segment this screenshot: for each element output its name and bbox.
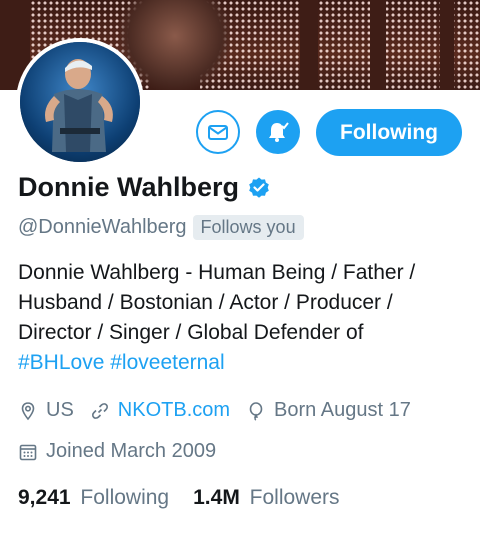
following-count: 9,241 — [18, 486, 71, 509]
website-link[interactable]: NKOTB.com — [118, 399, 230, 422]
bio-hashtags-line: #BHLove #loveeternal — [18, 348, 468, 378]
followers-stat[interactable]: 1.4M Followers — [193, 486, 339, 510]
hashtag-link[interactable]: #BHLove — [18, 351, 104, 374]
bio-line: Director / Singer / Global Defender of — [18, 321, 364, 344]
follows-you-badge: Follows you — [192, 215, 304, 240]
bell-plus-icon — [269, 122, 289, 142]
following-button[interactable]: Following — [316, 109, 462, 156]
hashtag-link[interactable]: #loveeternal — [110, 351, 224, 374]
birthday-text: Born August 17 — [274, 399, 411, 421]
followers-count: 1.4M — [193, 486, 240, 509]
banner-shadow — [300, 0, 318, 90]
profile-stats: 9,241 Following 1.4M Followers — [18, 486, 364, 510]
profile-handle: @DonnieWahlberg — [18, 216, 187, 238]
profile-meta-joined: Joined March 2009 — [18, 440, 232, 463]
avatar-photo — [20, 42, 140, 162]
profile-meta: US NKOTB.com Born August 17 — [18, 399, 427, 422]
envelope-icon — [208, 125, 228, 140]
avatar[interactable] — [20, 42, 140, 162]
verified-badge-icon — [249, 177, 269, 198]
link-icon — [91, 402, 108, 419]
name-row: Donnie Wahlberg — [18, 172, 271, 203]
message-button[interactable] — [196, 110, 240, 154]
joined-item: Joined March 2009 — [18, 440, 216, 463]
handle-row: @DonnieWahlberg Follows you — [18, 215, 304, 240]
following-label: Following — [80, 486, 170, 509]
bio-line: Husband / Bostonian / Actor / Producer / — [18, 291, 393, 314]
location-text: US — [46, 399, 74, 421]
balloon-icon — [249, 401, 263, 421]
banner-shadow — [440, 0, 454, 90]
joined-text: Joined March 2009 — [46, 440, 217, 462]
followers-label: Followers — [249, 486, 340, 509]
website-item: NKOTB.com — [90, 399, 230, 422]
banner-shadow — [370, 0, 386, 90]
birthday-item: Born August 17 — [246, 399, 411, 422]
following-stat[interactable]: 9,241 Following — [18, 486, 169, 510]
calendar-icon — [19, 444, 37, 460]
profile-bio: Donnie Wahlberg - Human Being / Father /… — [18, 258, 468, 378]
display-name: Donnie Wahlberg — [18, 172, 239, 202]
notifications-button[interactable] — [256, 110, 300, 154]
location-pin-icon — [21, 401, 35, 420]
location-item: US — [18, 399, 74, 422]
bio-line: Donnie Wahlberg - Human Being / Father / — [18, 261, 416, 284]
